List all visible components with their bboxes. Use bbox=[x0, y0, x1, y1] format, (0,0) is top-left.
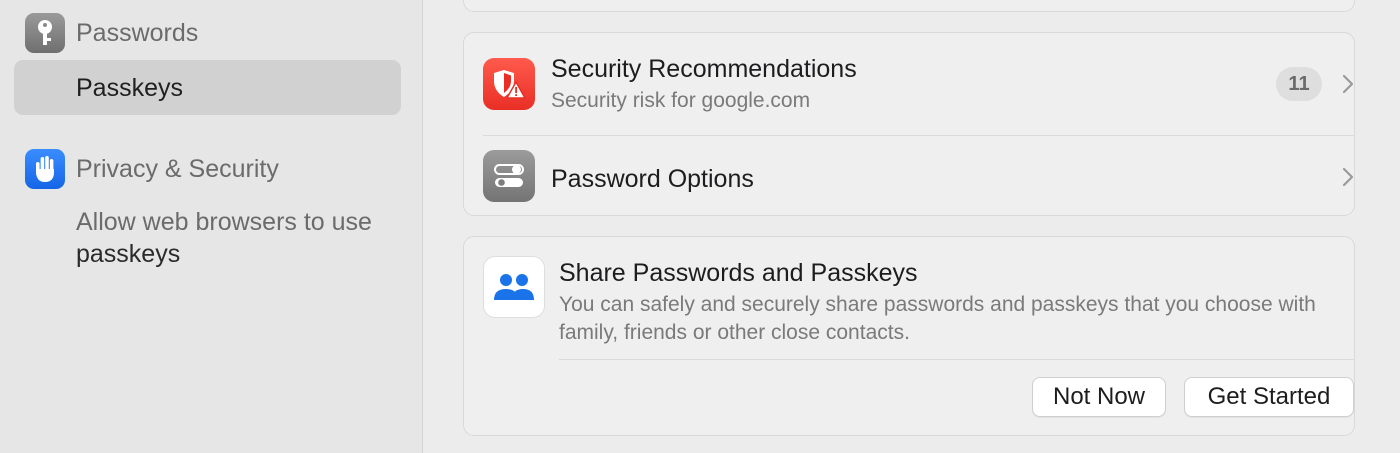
people-icon bbox=[483, 256, 545, 318]
sidebar-item-passkeys[interactable]: Passkeys bbox=[14, 60, 401, 115]
security-title: Security Recommendations bbox=[551, 55, 857, 83]
password-options-row[interactable]: Password Options bbox=[464, 136, 1354, 214]
share-divider bbox=[559, 359, 1355, 360]
settings-list-card: Security Recommendations Security risk f… bbox=[463, 32, 1355, 216]
sidebar: Passwords Passkeys Privacy & Security Al… bbox=[0, 0, 423, 453]
privacy-description-text: Allow web browsers to use bbox=[76, 208, 372, 236]
toggles-icon bbox=[483, 150, 535, 202]
sidebar-item-label: Passwords bbox=[76, 18, 199, 47]
share-description: You can safely and securely share passwo… bbox=[559, 293, 1316, 344]
main-content: Security Recommendations Security risk f… bbox=[423, 0, 1400, 453]
sidebar-item-passwords[interactable]: Passwords bbox=[25, 13, 198, 53]
hand-icon bbox=[25, 149, 65, 189]
sidebar-item-label: Passkeys bbox=[76, 74, 183, 102]
share-card: Share Passwords and Passkeys You can saf… bbox=[463, 236, 1355, 436]
key-icon bbox=[25, 13, 65, 53]
get-started-button[interactable]: Get Started bbox=[1184, 377, 1354, 417]
chevron-right-icon bbox=[1342, 74, 1354, 94]
sidebar-item-label: Privacy & Security bbox=[76, 154, 279, 183]
chevron-right-icon bbox=[1342, 167, 1354, 187]
security-subtitle: Security risk for google.com bbox=[551, 89, 811, 112]
security-count-badge: 11 bbox=[1276, 67, 1322, 101]
password-options-title: Password Options bbox=[551, 165, 754, 193]
privacy-description: Allow web browsers to use passkeys bbox=[76, 206, 376, 270]
not-now-button[interactable]: Not Now bbox=[1032, 377, 1166, 417]
share-title: Share Passwords and Passkeys bbox=[559, 259, 918, 287]
security-recommendations-row[interactable]: Security Recommendations Security risk f… bbox=[464, 33, 1354, 135]
passkeys-link[interactable]: passkeys bbox=[76, 240, 180, 268]
sidebar-item-privacy-security[interactable]: Privacy & Security bbox=[25, 149, 279, 189]
shield-warning-icon bbox=[483, 58, 535, 110]
previous-card bbox=[463, 0, 1355, 12]
